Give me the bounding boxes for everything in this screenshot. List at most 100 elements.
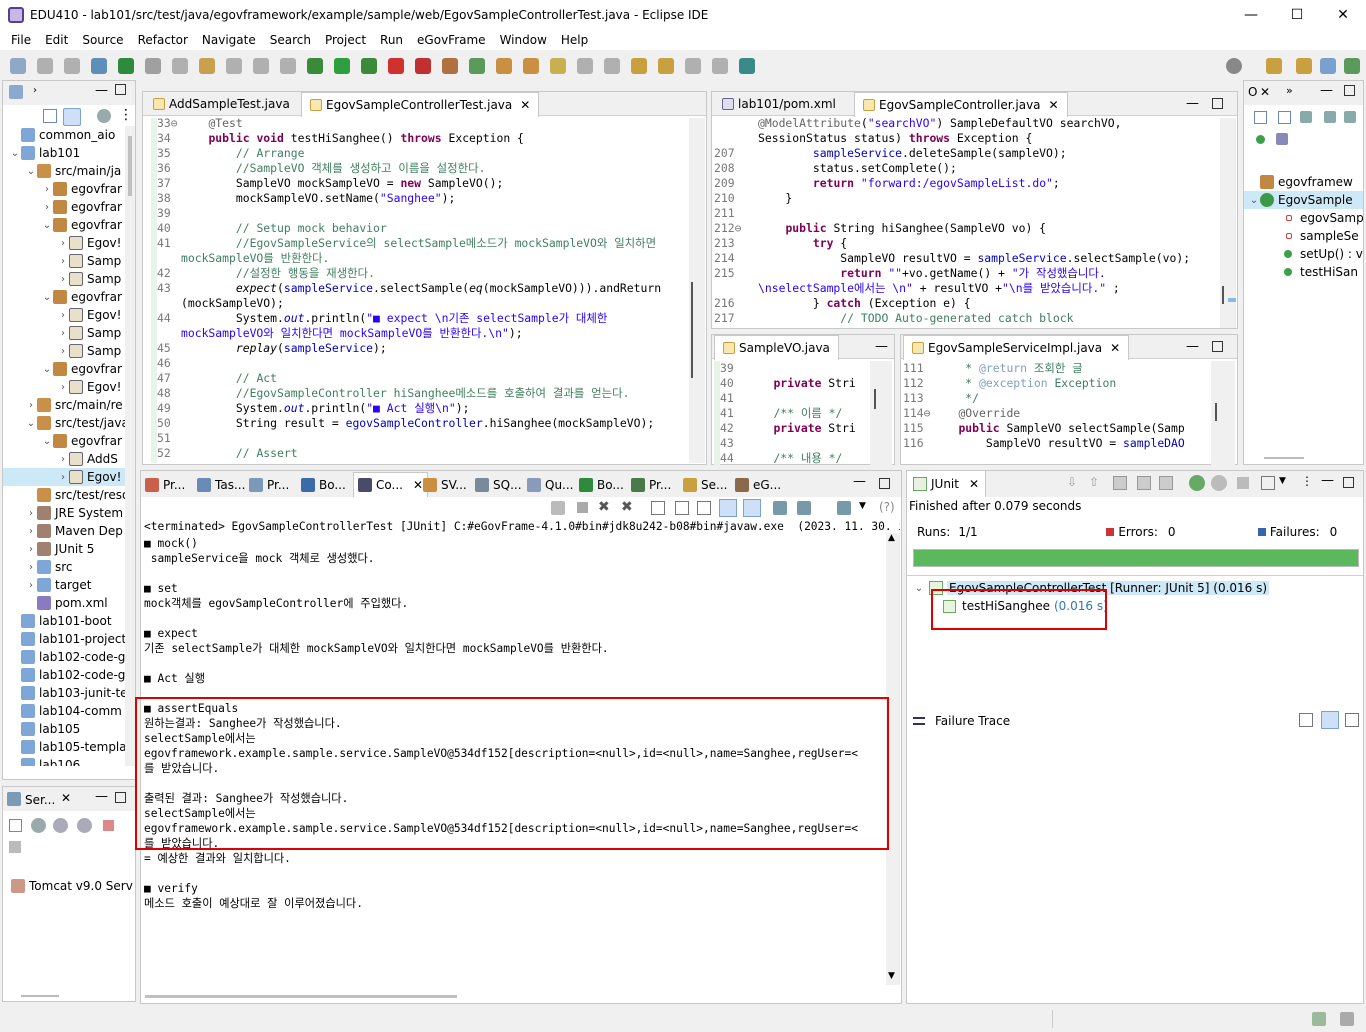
prev-icon[interactable] bbox=[604, 58, 620, 74]
tree-item[interactable]: common_aio bbox=[3, 126, 115, 144]
expand-arrow-icon[interactable]: ⌄ bbox=[41, 292, 53, 303]
tree-item[interactable]: › src/main/re bbox=[3, 396, 123, 414]
tab-egovsamplecontroller[interactable]: EgovSampleController.java ✕ bbox=[854, 92, 1068, 117]
servers-tab[interactable]: Ser... bbox=[25, 793, 55, 807]
misc-icon[interactable] bbox=[226, 58, 242, 74]
scroll-lock-icon[interactable] bbox=[1159, 476, 1173, 490]
menu-project[interactable]: Project bbox=[318, 33, 373, 47]
filter-stack-icon[interactable] bbox=[1321, 711, 1339, 729]
outline-item[interactable]: testHiSan bbox=[1244, 263, 1358, 281]
menu-help[interactable]: Help bbox=[554, 33, 595, 47]
tree-item[interactable]: pom.xml bbox=[3, 594, 108, 612]
tree-item[interactable]: lab106 bbox=[3, 756, 80, 766]
tree-item[interactable]: ⌄ egovfrar bbox=[3, 432, 122, 450]
close-tab-icon[interactable]: ✕ bbox=[1260, 85, 1270, 99]
maximize-panel-icon[interactable] bbox=[115, 84, 126, 95]
tab-samplevo[interactable]: SampleVO.java bbox=[714, 335, 839, 360]
tab-egovsamplecontrollertest[interactable]: EgovSampleControllerTest.java ✕ bbox=[301, 92, 540, 117]
editor-scrollbar[interactable] bbox=[1220, 118, 1236, 328]
expand-arrow-icon[interactable]: › bbox=[57, 472, 69, 483]
chevron-down-icon[interactable]: ▼ bbox=[1279, 476, 1286, 486]
build-icon[interactable] bbox=[442, 58, 458, 74]
progress-icon[interactable] bbox=[1312, 1012, 1326, 1026]
search-icon[interactable] bbox=[1226, 58, 1242, 74]
maximize-panel-icon[interactable] bbox=[879, 478, 890, 489]
sort-icon[interactable] bbox=[1278, 111, 1291, 124]
tree-item[interactable]: ⌄ egovfrar bbox=[3, 360, 122, 378]
menu-egovframe[interactable]: eGovFrame bbox=[410, 33, 493, 47]
tree-item[interactable]: ⌄ egovfrar bbox=[3, 288, 122, 306]
editor-scrollbar[interactable] bbox=[689, 118, 705, 463]
outline-item[interactable]: egovSamp bbox=[1244, 209, 1363, 227]
outline-item[interactable]: egovframew bbox=[1244, 173, 1353, 191]
expand-arrow-icon[interactable]: › bbox=[25, 580, 37, 591]
tree-item[interactable]: › Samp bbox=[3, 324, 121, 342]
collapse-all-icon[interactable] bbox=[43, 109, 57, 123]
java-perspective-icon[interactable] bbox=[1320, 58, 1336, 74]
expand-arrow-icon[interactable]: ⌄ bbox=[41, 364, 53, 375]
tree-item[interactable]: › Egov! bbox=[3, 306, 121, 324]
scroll-up-icon[interactable]: ▲ bbox=[888, 533, 895, 543]
tree-item[interactable]: › target bbox=[3, 576, 92, 594]
expand-arrow-icon[interactable]: › bbox=[25, 400, 37, 411]
console-hscroll[interactable] bbox=[145, 995, 457, 998]
outline-item[interactable]: setUp() : v bbox=[1244, 245, 1363, 263]
help-icon[interactable]: (?) bbox=[879, 500, 895, 514]
bottom-tab-7[interactable]: Qu... bbox=[527, 474, 574, 496]
open-perspective-icon[interactable] bbox=[1266, 58, 1282, 74]
expand-arrow-icon[interactable]: ⌄ bbox=[41, 220, 53, 231]
server-item[interactable]: Tomcat v9.0 Serv bbox=[11, 879, 133, 893]
start-server-icon[interactable] bbox=[53, 818, 68, 833]
tree-item[interactable]: src/test/reso bbox=[3, 486, 125, 504]
scroll-down-icon[interactable]: ▼ bbox=[888, 971, 895, 981]
prev-failure-icon[interactable]: ⇧ bbox=[1089, 475, 1099, 489]
toggle-icon[interactable] bbox=[199, 58, 215, 74]
public-filter-icon[interactable] bbox=[1256, 135, 1265, 144]
expand-arrow-icon[interactable]: › bbox=[57, 238, 69, 249]
tree-item[interactable]: lab104-comm bbox=[3, 702, 122, 720]
minimize-panel-icon[interactable]: — bbox=[1321, 473, 1334, 488]
new-console-icon[interactable] bbox=[837, 501, 851, 515]
display-console-icon[interactable] bbox=[797, 501, 811, 515]
remove-icon[interactable]: ✖ bbox=[598, 499, 610, 515]
maximize-panel-icon[interactable] bbox=[1344, 85, 1355, 96]
minimize-panel-icon[interactable]: — bbox=[1186, 96, 1199, 111]
stop-icon[interactable] bbox=[388, 58, 404, 74]
show-stderr-icon[interactable] bbox=[743, 499, 761, 517]
close-tab-icon[interactable]: ✕ bbox=[413, 478, 423, 492]
publish-icon[interactable] bbox=[9, 841, 21, 853]
stop-icon[interactable] bbox=[1237, 477, 1249, 489]
compare-icon[interactable] bbox=[1299, 713, 1313, 727]
bottom-tab-5[interactable]: SV... bbox=[423, 474, 467, 496]
remove-all-icon[interactable]: ✖ bbox=[621, 499, 633, 515]
scroll-lock-icon[interactable] bbox=[651, 501, 665, 515]
search-ref-icon[interactable] bbox=[145, 58, 161, 74]
show-failures-only-icon[interactable] bbox=[1113, 476, 1127, 490]
expand-arrow-icon[interactable]: › bbox=[57, 454, 69, 465]
expand-arrow-icon[interactable]: › bbox=[25, 526, 37, 537]
expand-arrow-icon[interactable]: › bbox=[57, 382, 69, 393]
collapse-icon[interactable] bbox=[1254, 111, 1267, 124]
bottom-tab-3[interactable]: Bo... bbox=[301, 474, 346, 496]
next-icon[interactable] bbox=[577, 58, 593, 74]
tree-item[interactable]: ⌄ src/test/java bbox=[3, 414, 125, 432]
expand-arrow-icon[interactable]: ⌄ bbox=[25, 418, 37, 429]
debug-server-icon[interactable] bbox=[31, 818, 46, 833]
stop-server-icon[interactable] bbox=[103, 820, 114, 831]
tree-item[interactable]: › src bbox=[3, 558, 73, 576]
tree-item[interactable]: › Samp bbox=[3, 342, 121, 360]
bottom-tab-9[interactable]: Pr... bbox=[631, 474, 671, 496]
tab-addsampletest[interactable]: AddSampleTest.java bbox=[145, 92, 298, 116]
chevron-down-icon[interactable]: ⌄ bbox=[913, 583, 925, 594]
minimize-panel-icon[interactable]: — bbox=[95, 83, 108, 98]
expand-arrow-icon[interactable]: › bbox=[25, 508, 37, 519]
show-stdout-icon[interactable] bbox=[697, 501, 711, 515]
expand-arrow-icon[interactable]: ⌄ bbox=[1248, 195, 1260, 206]
hide-static-icon[interactable] bbox=[1324, 111, 1336, 123]
back-icon[interactable] bbox=[631, 58, 647, 74]
outline-item[interactable]: sampleSe bbox=[1244, 227, 1359, 245]
explorer-scrollbar[interactable] bbox=[125, 126, 135, 766]
tree-item[interactable]: lab101-project bbox=[3, 630, 125, 648]
word-wrap-icon[interactable] bbox=[675, 501, 689, 515]
hide-fields-icon[interactable] bbox=[1300, 111, 1312, 123]
